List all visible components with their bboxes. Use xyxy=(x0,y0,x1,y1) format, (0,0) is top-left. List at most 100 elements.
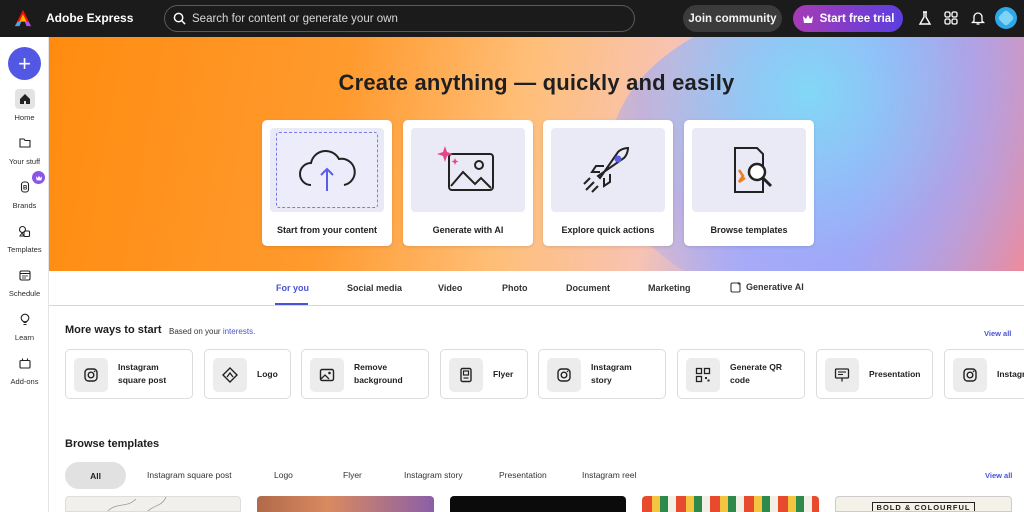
tab-generative-ai[interactable]: Generative AI xyxy=(730,281,804,293)
action-label: Presentation xyxy=(869,368,921,379)
template-thumbnail[interactable] xyxy=(65,496,241,512)
calendar-icon xyxy=(15,265,35,285)
more-ways-title: More ways to start xyxy=(65,324,162,336)
action-presentation[interactable]: Presentation xyxy=(816,349,933,399)
home-icon xyxy=(14,89,35,109)
card-thumbnail xyxy=(692,128,806,212)
action-remove-background[interactable]: Remove background xyxy=(301,349,429,399)
presentation-icon xyxy=(825,358,859,392)
interests-link[interactable]: interests. xyxy=(223,327,255,336)
action-instagram-story[interactable]: Instagram story xyxy=(538,349,666,399)
chip-all[interactable]: All xyxy=(65,462,126,489)
ai-image-icon xyxy=(437,146,494,191)
rail-item-your-stuff[interactable]: Your stuff xyxy=(0,133,49,166)
search-bar[interactable] xyxy=(164,5,635,32)
rail-item-schedule[interactable]: Schedule xyxy=(0,265,49,298)
action-instagram-square-post[interactable]: Instagram square post xyxy=(65,349,193,399)
rail-item-label: Add-ons xyxy=(10,377,39,386)
more-ways-subtitle: Based on your interests. xyxy=(169,327,255,336)
addons-icon xyxy=(15,353,35,373)
chip-presentation[interactable]: Presentation xyxy=(499,470,547,480)
qr-code-icon xyxy=(686,358,720,392)
flyer-icon xyxy=(449,358,483,392)
template-thumbnail[interactable] xyxy=(642,496,819,512)
tab-social-media[interactable]: Social media xyxy=(347,283,402,293)
action-label: Instagram story xyxy=(591,362,632,385)
adobe-express-logo[interactable] xyxy=(14,9,32,27)
chip-instagram-square-post[interactable]: Instagram square post xyxy=(147,470,232,480)
tab-video[interactable]: Video xyxy=(438,283,462,293)
logo-icon xyxy=(213,358,247,392)
rail-item-label: Your stuff xyxy=(8,157,41,166)
card-label: Explore quick actions xyxy=(561,225,655,235)
action-label: Instagr xyxy=(997,368,1024,379)
templates-icon xyxy=(15,221,35,241)
rail-item-learn[interactable]: Learn xyxy=(0,309,49,342)
browse-view-all-link[interactable]: View all xyxy=(985,471,1012,480)
active-tab-indicator xyxy=(275,303,308,305)
remove-bg-icon xyxy=(310,358,344,392)
chip-flyer[interactable]: Flyer xyxy=(343,470,362,480)
start-from-content-card[interactable]: Start from your content xyxy=(262,120,392,246)
card-label: Browse templates xyxy=(710,225,788,235)
apps-grid-icon[interactable] xyxy=(943,10,959,26)
top-bar: Adobe Express Join community Start free … xyxy=(0,0,1024,37)
card-thumbnail xyxy=(411,128,525,212)
action-instagram-reel[interactable]: Instagr xyxy=(944,349,1024,399)
lightbulb-icon xyxy=(15,309,35,329)
action-label: Remove background xyxy=(354,362,403,385)
start-free-trial-button[interactable]: Start free trial xyxy=(793,5,903,32)
tab-label: Generative AI xyxy=(746,282,804,292)
subtitle-prefix: Based on your xyxy=(169,327,221,336)
more-ways-view-all-link[interactable]: View all xyxy=(984,329,1011,338)
tab-document[interactable]: Document xyxy=(566,283,610,293)
generate-with-ai-card[interactable]: Generate with AI xyxy=(403,120,533,246)
tab-for-you[interactable]: For you xyxy=(276,283,309,293)
browse-templates-card[interactable]: Browse templates xyxy=(684,120,814,246)
action-logo[interactable]: Logo xyxy=(204,349,291,399)
app-title[interactable]: Adobe Express xyxy=(46,11,133,25)
template-thumbnail[interactable]: BOLD & COLOURFUL xyxy=(835,496,1012,512)
join-community-button[interactable]: Join community xyxy=(683,5,782,32)
left-rail: + Home Your stuff B Brands Templates Sch… xyxy=(0,37,49,512)
chip-instagram-reel[interactable]: Instagram reel xyxy=(582,470,636,480)
generative-ai-icon xyxy=(730,281,741,293)
svg-text:B: B xyxy=(23,186,28,192)
action-flyer[interactable]: Flyer xyxy=(440,349,528,399)
category-tabs: For you Social media Video Photo Documen… xyxy=(49,271,1024,306)
instagram-icon xyxy=(74,358,108,392)
avatar[interactable] xyxy=(995,7,1017,29)
flask-icon[interactable] xyxy=(917,10,933,26)
search-icon xyxy=(173,12,186,25)
cloud-upload-icon xyxy=(299,149,356,191)
create-button[interactable]: + xyxy=(8,47,41,80)
rail-item-add-ons[interactable]: Add-ons xyxy=(0,353,49,386)
instagram-icon xyxy=(547,358,581,392)
tab-marketing[interactable]: Marketing xyxy=(648,283,691,293)
action-label: Logo xyxy=(257,368,278,379)
explore-quick-actions-card[interactable]: Explore quick actions xyxy=(543,120,673,246)
template-thumbnail-text: BOLD & COLOURFUL xyxy=(871,501,976,511)
line-art-pattern xyxy=(107,497,167,511)
action-label: Flyer xyxy=(493,368,514,379)
template-thumbnail[interactable] xyxy=(257,496,434,512)
card-label: Generate with AI xyxy=(432,225,504,235)
action-label: Instagram square post xyxy=(118,362,167,385)
rail-item-templates[interactable]: Templates xyxy=(0,221,49,254)
rail-item-brands[interactable]: B Brands xyxy=(0,171,49,210)
action-generate-qr-code[interactable]: Generate QR code xyxy=(677,349,805,399)
hero-banner: Create anything — quickly and easily Sta… xyxy=(49,37,1024,271)
trial-label: Start free trial xyxy=(819,12,895,25)
tab-photo[interactable]: Photo xyxy=(502,283,528,293)
search-input[interactable] xyxy=(192,12,612,25)
template-thumbnail[interactable] xyxy=(450,496,626,512)
hero-title: Create anything — quickly and easily xyxy=(338,70,735,95)
rocket-icon xyxy=(583,146,630,193)
rail-item-label: Schedule xyxy=(8,289,41,298)
rail-item-home[interactable]: Home xyxy=(0,89,49,122)
chip-instagram-story[interactable]: Instagram story xyxy=(404,470,463,480)
bell-icon[interactable] xyxy=(970,10,986,26)
template-search-icon xyxy=(734,147,773,193)
crown-icon xyxy=(802,14,813,23)
chip-logo[interactable]: Logo xyxy=(274,470,293,480)
